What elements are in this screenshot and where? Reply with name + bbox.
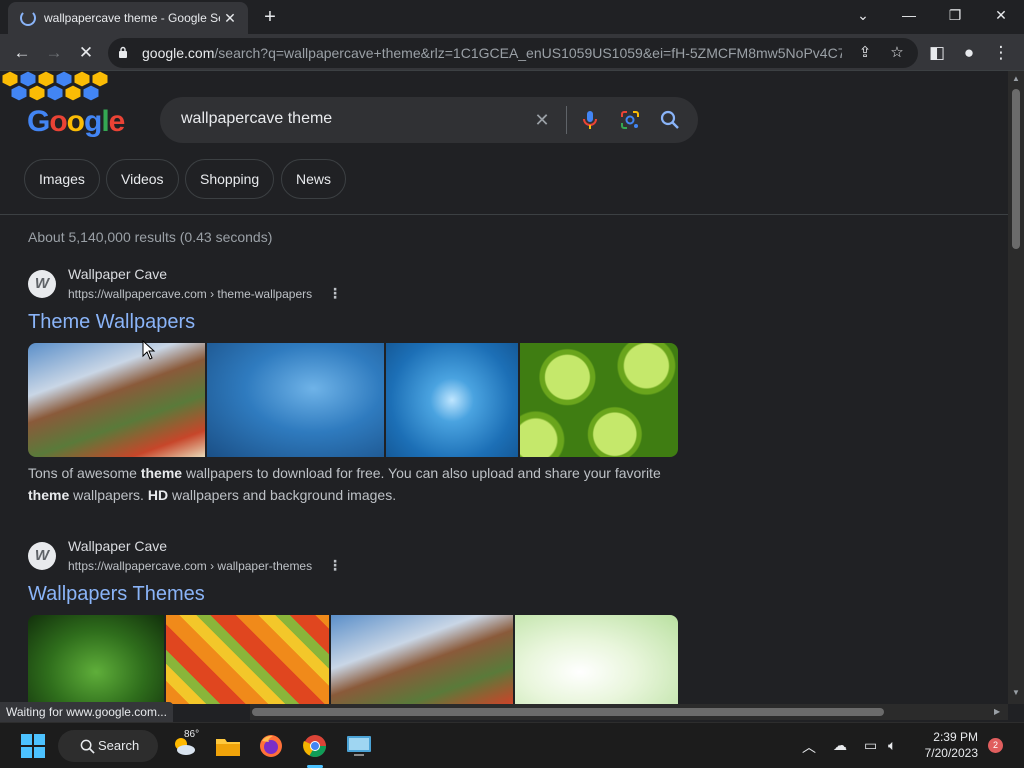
scroll-up-arrow-icon[interactable]: ▲ [1012,74,1020,83]
wallpapercave-favicon-icon[interactable]: W [28,542,56,570]
taskbar-search-label: Search [98,738,140,753]
status-bubble: Waiting for www.google.com... [0,702,173,722]
scroll-down-arrow-icon[interactable]: ▼ [1012,688,1020,697]
lock-icon [119,46,127,58]
filter-chip-shopping[interactable]: Shopping [185,159,275,199]
search-icon [80,739,95,754]
system-clock[interactable]: 2:39 PM 7/20/2023 [918,729,978,761]
result-site-name[interactable]: Wallpaper Cave [68,266,167,282]
result-snippet: Tons of awesome theme wallpapers to down… [28,465,661,503]
search-icon[interactable] [658,108,682,132]
chrome-icon[interactable] [301,732,329,760]
windows-taskbar: Search 86° ︿ ☁ ▭ 🔈︎ 2:39 PM 7/20/2023 2 [0,722,1024,768]
result-title-link[interactable]: Theme Wallpapers [28,311,195,334]
bookmark-star-icon[interactable]: ☆ [886,42,908,64]
windows-start-icon[interactable] [19,732,47,760]
result-options-kebab-icon[interactable]: ⋮ [328,285,342,302]
zigzag-thumbnail[interactable] [166,615,329,704]
castle-thumbnail[interactable] [28,343,205,457]
result-stats: About 5,140,000 results (0.43 seconds) [28,229,273,245]
search-results-page: Google wallpapercave theme ✕ Images Vide… [0,71,1008,704]
result-cite[interactable]: https://wallpapercave.com › wallpaper-th… [68,559,312,573]
cloud-offline-icon[interactable]: ☁ [833,737,847,754]
filter-chip-videos[interactable]: Videos [106,159,179,199]
search-box[interactable]: wallpapercave theme ✕ [160,97,698,143]
result-site-name[interactable]: Wallpaper Cave [68,538,167,554]
search-input[interactable]: wallpapercave theme [181,110,332,128]
google-logo[interactable]: Google [27,105,125,139]
filter-chip-news[interactable]: News [281,159,347,199]
clock-date: 7/20/2023 [924,746,978,760]
network-icon[interactable]: ▭ [864,737,877,754]
horizontal-scrollbar-thumb[interactable] [252,708,884,716]
stop-loading-button[interactable]: ✕ [73,40,99,66]
profile-avatar-icon[interactable]: ● [956,40,982,66]
tab-search-chevron-icon[interactable]: ⌄ [840,4,886,28]
crystal-thumbnail[interactable] [386,343,518,457]
result-image-strip [28,615,678,704]
tab-strip: wallpapercave theme - Google Search ✕ + … [0,0,1024,34]
browser-toolbar: ← → ✕ google.com/search?q=wallpapercave+… [0,34,1024,71]
back-button[interactable]: ← [9,40,35,66]
forward-button[interactable]: → [41,40,67,66]
volume-icon[interactable]: 🔈︎ [888,737,896,754]
scroll-right-arrow-icon[interactable]: ▶ [994,707,1000,716]
filter-chip-images[interactable]: Images [24,159,100,199]
clock-time: 2:39 PM [933,730,978,744]
lens-camera-icon[interactable] [618,108,642,132]
tray-overflow-chevron-icon[interactable]: ︿ [802,737,816,757]
close-window-button[interactable]: ✕ [978,4,1024,28]
minimize-button[interactable]: — [886,4,932,28]
result-title-link[interactable]: Wallpapers Themes [28,583,205,606]
result-image-strip [28,343,678,457]
result-options-kebab-icon[interactable]: ⋮ [328,557,342,574]
tab-title: wallpapercave theme - Google Search [44,11,220,25]
menu-kebab-icon[interactable]: ⋮ [988,40,1014,66]
side-panel-icon[interactable]: ◧ [924,40,950,66]
file-explorer-icon[interactable] [214,732,242,760]
share-icon[interactable]: ⇪ [854,42,876,64]
remote-desktop-icon[interactable] [345,732,373,760]
new-tab-button[interactable]: + [258,6,282,30]
tab-close-icon[interactable]: ✕ [220,10,240,27]
url-text: google.com/search?q=wallpapercave+theme&… [142,45,842,61]
lime-slices-thumbnail[interactable] [520,343,678,457]
leaves-thumbnail[interactable] [28,615,164,704]
search-divider [566,106,567,134]
wallpapercave-favicon-icon[interactable]: W [28,270,56,298]
address-bar[interactable]: google.com/search?q=wallpapercave+theme&… [108,38,918,68]
tab-active[interactable]: wallpapercave theme - Google Search ✕ [8,2,248,34]
castle-thumbnail[interactable] [331,615,513,704]
underwater-thumbnail[interactable] [207,343,384,457]
microphone-icon[interactable] [578,108,602,132]
clear-icon[interactable]: ✕ [530,108,554,132]
firefox-icon[interactable] [257,732,285,760]
vertical-scrollbar-thumb[interactable] [1012,89,1020,249]
result-cite[interactable]: https://wallpapercave.com › theme-wallpa… [68,287,312,301]
light-trees-thumbnail[interactable] [515,615,678,704]
weather-temperature: 86° [184,729,200,740]
horizontal-scrollbar[interactable]: ▶ [250,704,1008,720]
notification-badge[interactable]: 2 [988,738,1003,753]
taskbar-search-button[interactable]: Search [58,730,158,762]
header-divider [0,214,1008,215]
restore-button[interactable]: ❐ [932,4,978,28]
doodle-honeycomb-icon[interactable] [0,71,110,103]
mouse-cursor-icon [142,340,156,360]
vertical-scrollbar[interactable]: ▲ ▼ [1008,71,1024,704]
loading-spinner-icon [20,10,36,26]
